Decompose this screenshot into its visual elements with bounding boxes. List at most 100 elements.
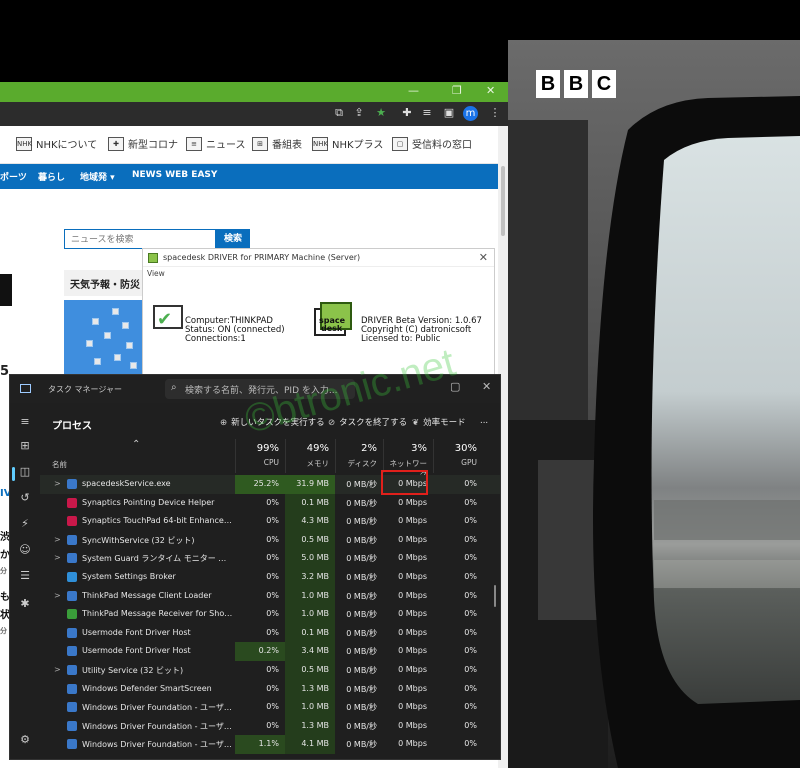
header-link-news[interactable]: ≡ ニュース <box>186 136 246 151</box>
menu-icon[interactable]: ⋮ <box>488 106 502 120</box>
weather-map[interactable] <box>64 300 144 380</box>
process-list-scrollbar[interactable] <box>494 585 496 607</box>
news-search-input[interactable] <box>64 229 216 249</box>
efficiency-mode-button[interactable]: ❦ 効率モード <box>412 416 466 428</box>
disk-column-header[interactable]: 2% ディスク <box>335 439 383 473</box>
table-row[interactable]: Synaptics Pointing Device Helper 0% 0.1 MB… <box>40 493 500 513</box>
profile-avatar[interactable]: m <box>463 106 478 121</box>
external-link-icon[interactable]: ⧉ <box>332 106 346 120</box>
network-cell: 0 Mbps <box>398 609 427 619</box>
services-icon[interactable]: ✱ <box>18 597 32 611</box>
nav-item-sports[interactable]: ポーツ <box>0 170 27 183</box>
header-link-label: 番組表 <box>272 140 302 151</box>
header-link-corona[interactable]: ✚ 新型コロナ <box>108 136 178 151</box>
grid-icon: ⊞ <box>252 136 268 151</box>
new-task-button[interactable]: ⊕ 新しいタスクを実行する <box>220 416 325 428</box>
app-history-icon[interactable]: ↺ <box>18 491 32 505</box>
table-row[interactable]: > ThinkPad Message Client Loader 0% 1.0 MB 0… <box>40 586 500 606</box>
menu-view[interactable]: View <box>143 267 494 281</box>
nav-item-region[interactable]: 地域発 ▾ <box>80 170 115 183</box>
share-icon[interactable]: ⇪ <box>352 106 366 120</box>
table-row[interactable]: Usermode Font Driver Host 0.2% 3.4 MB 0 MB/… <box>40 642 500 661</box>
table-row[interactable]: > Utility Service (32 ビット) 0% 0.5 MB 0 MB/秒 0… <box>40 660 500 680</box>
news-icon: ≡ <box>186 136 202 151</box>
spacedesk-title: spacedesk DRIVER for PRIMARY Machine (Se… <box>163 253 361 262</box>
restore-icon[interactable]: ❐ <box>452 84 462 97</box>
process-name: Windows Driver Foundation - ユーザー モー... <box>82 721 234 731</box>
cpu-column-header[interactable]: 99% CPU <box>235 439 285 473</box>
table-row[interactable]: Synaptics TouchPad 64-bit Enhancements 0%… <box>40 512 500 531</box>
hamburger-icon[interactable]: ≡ <box>18 415 32 429</box>
more-button[interactable]: ... <box>480 416 488 426</box>
header-link-about[interactable]: NHK NHKについて <box>16 136 97 151</box>
table-row[interactable]: Windows Driver Foundation - ユーザー モー...1.… <box>40 735 500 754</box>
article-thumbnail[interactable] <box>0 274 12 306</box>
expand-chevron-icon[interactable]: > <box>54 553 61 562</box>
expand-chevron-icon[interactable]: > <box>54 535 61 544</box>
license-label: Licensed to: Public <box>361 334 441 344</box>
memory-cell: 3.4 MB <box>285 642 335 661</box>
gpu-column-header[interactable]: 30% GPU <box>433 439 483 473</box>
end-task-button[interactable]: ⊘ タスクを終了する <box>328 416 407 428</box>
name-column-header[interactable]: 名前 <box>52 459 67 470</box>
close-icon[interactable]: ✕ <box>486 84 495 97</box>
gpu-cell: 0% <box>464 553 477 563</box>
processes-icon[interactable]: ⊞ <box>18 439 32 453</box>
leaf-icon: ❦ <box>412 418 420 428</box>
gpu-cell: 0% <box>464 646 477 656</box>
cpu-cell: 0% <box>266 590 279 600</box>
performance-icon[interactable]: ◫ <box>18 465 32 479</box>
process-icon <box>67 739 77 750</box>
startup-icon[interactable]: ⚡ <box>18 517 32 531</box>
sidepanel-icon[interactable]: ▣ <box>442 106 456 120</box>
network-cell: 0 Mbps <box>398 590 427 600</box>
table-row[interactable]: Usermode Font Driver Host 0% 0.1 MB 0 MB/秒 0… <box>40 623 500 643</box>
nhk-plus-icon: NHK <box>312 136 328 151</box>
network-cell: 0 Mbps <box>398 683 427 693</box>
disk-cell: 0 MB/秒 <box>346 498 377 508</box>
table-row[interactable]: Windows Driver Foundation - ユーザー モー... 0%… <box>40 716 500 736</box>
expand-chevron-icon[interactable]: > <box>54 591 61 600</box>
reading-list-icon[interactable]: ≡ <box>420 106 434 120</box>
extensions-icon[interactable]: ✚ <box>400 106 414 120</box>
gpu-cell: 0% <box>464 534 477 544</box>
spacedesk-window: spacedesk DRIVER for PRIMARY Machine (Se… <box>142 248 495 378</box>
table-row[interactable]: ThinkPad Message Receiver for Shortcut .… <box>40 605 500 624</box>
sort-arrow-icon: ⌃ <box>132 439 141 450</box>
scrollbar-thumb[interactable] <box>501 166 505 236</box>
nav-item-easy[interactable]: NEWS WEB EASY <box>132 170 217 180</box>
table-row[interactable]: System Settings Broker 0% 3.2 MB 0 MB/秒 0 Mb… <box>40 567 500 587</box>
table-row[interactable]: > System Guard ランタイム モニター ブローカー サ... 0% 5.0… <box>40 549 500 568</box>
memory-cell: 1.3 MB <box>285 679 335 699</box>
table-row[interactable]: Windows Defender SmartScreen 0% 1.3 MB 0 MB… <box>40 679 500 699</box>
close-icon[interactable]: ✕ <box>479 251 488 264</box>
header-link-plus[interactable]: NHK NHKプラス <box>312 136 383 151</box>
disk-cell: 0 MB/秒 <box>346 517 377 527</box>
table-row[interactable]: Windows Driver Foundation - ユーザー モー... 0%… <box>40 698 500 717</box>
settings-icon[interactable]: ⚙ <box>18 733 32 747</box>
network-column-header[interactable]: 3%ネットワーク <box>383 439 433 479</box>
star-icon[interactable]: ★ <box>374 106 388 120</box>
nav-item-life[interactable]: 暮らし <box>38 170 65 183</box>
header-link-fee[interactable]: ▢ 受信料の窓口 <box>392 136 472 151</box>
header-link-program[interactable]: ⊞ 番組表 <box>252 136 302 151</box>
disk-total: 2% <box>361 443 377 454</box>
expand-chevron-icon[interactable]: > <box>54 479 61 488</box>
details-icon[interactable]: ☰ <box>18 569 32 583</box>
process-icon <box>67 516 77 527</box>
table-row[interactable]: > SyncWithService (32 ビット) 0% 0.5 MB 0 MB/秒 0… <box>40 530 500 550</box>
left-fragment: 分 <box>0 627 7 635</box>
nhk-nav-bar: ポーツ 暮らし 地域発 ▾ NEWS WEB EASY <box>0 164 498 189</box>
expand-chevron-icon[interactable]: > <box>54 665 61 674</box>
news-search-button[interactable]: 検索 <box>216 229 250 249</box>
minimize-icon[interactable]: — <box>408 84 419 97</box>
users-icon[interactable]: ☺ <box>18 543 32 557</box>
network-highlight-box <box>381 470 428 495</box>
memory-column-header[interactable]: 49% メモリ <box>285 439 335 473</box>
weather-section-title[interactable]: 天気予報・防災 <box>64 270 154 296</box>
table-row[interactable]: > spacedeskService.exe 25.2% 31.9 MB 0 MB/秒 0… <box>40 475 500 494</box>
cpu-cell: 0% <box>266 683 279 693</box>
process-search-input[interactable]: ⌕ 検索する名前、発行元、PID を入力... <box>165 379 355 399</box>
close-icon[interactable]: ✕ <box>482 380 491 393</box>
maximize-icon[interactable]: ▢ <box>450 380 460 393</box>
